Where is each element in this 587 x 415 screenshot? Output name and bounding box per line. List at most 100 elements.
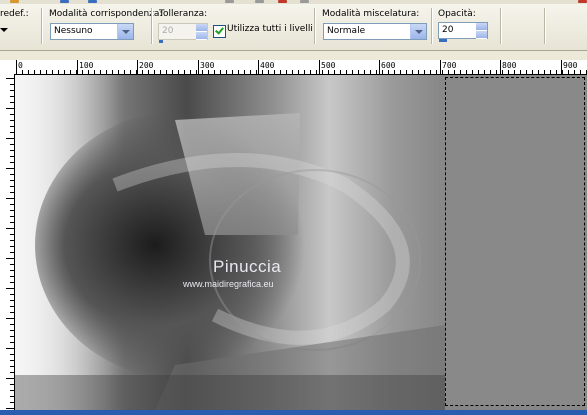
ruler-minor-tick: [46, 70, 47, 74]
ruler-minor-tick: [208, 70, 209, 74]
preset-dropdown-arrow[interactable]: [0, 28, 8, 32]
ruler-minor-tick: [6, 318, 14, 319]
chevron-down-icon[interactable]: [117, 24, 133, 39]
ruler-minor-tick: [10, 204, 14, 205]
ruler-minor-tick: [10, 174, 14, 175]
ruler-minor-tick: [322, 70, 323, 74]
ruler-minor-tick: [328, 70, 329, 74]
toolbar-separator: [431, 8, 433, 44]
tolerance-spin-arrows[interactable]: [196, 24, 207, 40]
preset-label: redef.:: [0, 9, 29, 19]
ruler-minor-tick: [190, 70, 191, 74]
ruler-minor-tick: [10, 354, 14, 355]
ruler-minor-tick: [82, 70, 83, 74]
ruler-minor-tick: [256, 70, 257, 74]
match-mode-label: Modalità corrispondenza:: [49, 9, 163, 19]
ruler-tick-label: 800: [502, 61, 517, 70]
ruler-minor-tick: [10, 300, 14, 301]
blend-mode-select[interactable]: Normale: [323, 23, 427, 40]
ruler-minor-tick: [418, 70, 419, 74]
ruler-minor-tick: [538, 70, 539, 74]
watermark-title: Pinuccia: [213, 257, 282, 276]
ruler-minor-tick: [76, 70, 77, 74]
use-all-layers-checkbox[interactable]: [213, 25, 226, 38]
ruler-minor-tick: [40, 70, 41, 74]
ruler-minor-tick: [10, 90, 14, 91]
blend-mode-value: Normale: [327, 26, 366, 36]
ruler-minor-tick: [10, 324, 14, 325]
ruler-minor-tick: [10, 234, 14, 235]
ruler-minor-tick: [100, 70, 101, 74]
ruler-minor-tick: [166, 70, 167, 74]
ruler-minor-tick: [10, 270, 14, 271]
ruler-minor-tick: [298, 70, 299, 74]
ruler-minor-tick: [502, 70, 503, 74]
ruler-minor-tick: [10, 402, 14, 403]
ruler-minor-tick: [94, 70, 95, 74]
ruler-minor-tick: [10, 132, 14, 133]
ruler-minor-tick: [142, 70, 143, 74]
ruler-major-tick: [500, 60, 501, 74]
ruler-minor-tick: [346, 70, 347, 74]
ruler-minor-tick: [58, 70, 59, 74]
chevron-down-icon[interactable]: [410, 24, 426, 39]
ruler-minor-tick: [10, 372, 14, 373]
ruler-major-tick: [198, 60, 199, 74]
opacity-label: Opacità:: [438, 9, 476, 19]
ruler-minor-tick: [376, 70, 377, 74]
ruler-minor-tick: [10, 252, 14, 253]
ruler-minor-tick: [124, 70, 125, 74]
ruler-minor-tick: [508, 70, 509, 74]
toolbar-separator: [544, 8, 546, 44]
ruler-tick-label: 400: [260, 61, 275, 70]
ruler-minor-tick: [148, 70, 149, 74]
ruler-minor-tick: [10, 162, 14, 163]
toolbar-separator: [41, 8, 43, 44]
ruler-minor-tick: [556, 70, 557, 74]
ruler-minor-tick: [6, 108, 14, 109]
ruler-minor-tick: [394, 70, 395, 74]
use-all-layers-label: Utilizza tutti i livelli: [227, 24, 313, 34]
tolerance-spinbox[interactable]: 20: [158, 23, 208, 40]
ruler-minor-tick: [520, 70, 521, 74]
ruler-tick-label: 100: [79, 61, 94, 70]
ruler-minor-tick: [22, 70, 23, 74]
ruler-minor-tick: [6, 408, 14, 409]
ruler-minor-tick: [10, 84, 14, 85]
ruler-major-tick: [379, 60, 380, 74]
ruler-major-tick: [319, 60, 320, 74]
selection-marquee[interactable]: [445, 77, 585, 406]
ruler-minor-tick: [226, 70, 227, 74]
ruler-minor-tick: [352, 70, 353, 74]
tool-options-toolbar: redef.: Modalità corrispondenza: Nessuno…: [0, 0, 587, 51]
ruler-minor-tick: [304, 70, 305, 74]
tolerance-slider-indicator[interactable]: [159, 40, 163, 43]
toolbar-gap: [0, 51, 587, 60]
ruler-major-tick: [137, 60, 138, 74]
ruler-tick-label: 0: [18, 61, 23, 70]
ruler-minor-tick: [10, 336, 14, 337]
ruler-minor-tick: [262, 70, 263, 74]
ruler-minor-tick: [514, 70, 515, 74]
match-mode-value: Nessuno: [54, 26, 93, 36]
ruler-minor-tick: [214, 70, 215, 74]
ruler-tick-label: 600: [381, 61, 396, 70]
tolerance-label: Tolleranza:: [159, 9, 208, 19]
ruler-minor-tick: [10, 216, 14, 217]
ruler-minor-tick: [526, 70, 527, 74]
match-mode-select[interactable]: Nessuno: [50, 23, 134, 40]
opacity-spinbox[interactable]: 20: [438, 22, 488, 39]
ruler-minor-tick: [10, 342, 14, 343]
ruler-minor-tick: [412, 70, 413, 74]
ruler-minor-tick: [10, 264, 14, 265]
ruler-minor-tick: [10, 276, 14, 277]
ruler-minor-tick: [220, 70, 221, 74]
ruler-tick-label: 700: [442, 61, 457, 70]
ruler-minor-tick: [580, 70, 581, 74]
ruler-tick-label: 200: [139, 61, 154, 70]
ruler-minor-tick: [70, 70, 71, 74]
opacity-spin-arrows[interactable]: [476, 23, 487, 39]
ruler-minor-tick: [574, 70, 575, 74]
ruler-minor-tick: [10, 330, 14, 331]
opacity-slider-indicator[interactable]: [439, 39, 447, 42]
